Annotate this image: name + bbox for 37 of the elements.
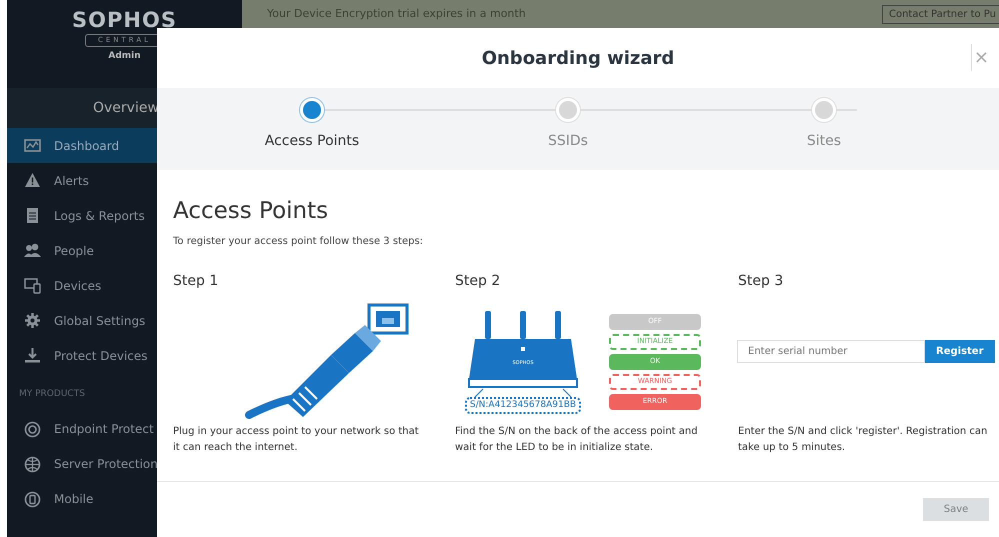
step-dot[interactable] xyxy=(556,98,580,122)
section-heading: Access Points xyxy=(173,198,330,226)
role-label: Admin xyxy=(108,50,141,62)
step-title: Step 1 xyxy=(173,272,220,291)
step-title: Step 2 xyxy=(455,272,502,291)
download-icon xyxy=(24,347,41,364)
trial-notice: Your Device Encryption trial expires in a month xyxy=(267,6,526,22)
step-title: Step 3 xyxy=(738,272,784,291)
devices-icon xyxy=(24,277,41,294)
ring-icon xyxy=(24,420,41,438)
settings-icon xyxy=(24,312,41,329)
instructions-text: To register your access point follow these 3 steps: xyxy=(173,234,424,249)
sidebar-item[interactable]: Protect Devices xyxy=(7,338,242,373)
step-dot[interactable] xyxy=(812,98,836,122)
step-description: Enter the S/N and click 'register'. Registration can take up to 5 minutes. xyxy=(738,424,988,455)
serial-number-field[interactable]: Enter serial number xyxy=(737,340,925,364)
step-description: Find the S/N on the back of the access point and wait for the LED to be in initialize state. xyxy=(455,424,699,455)
products-heading: MY PRODUCTS xyxy=(18,388,86,401)
step-description: Plug in your access point to your network so that it can reach the internet. xyxy=(173,424,420,455)
step-label[interactable]: Sites xyxy=(806,131,842,152)
globe-icon xyxy=(24,456,41,472)
step-label[interactable]: Access Points xyxy=(264,131,360,152)
people-icon xyxy=(24,242,41,259)
step-dot[interactable] xyxy=(300,98,324,122)
chart-icon xyxy=(24,137,41,154)
logo-wordmark: SOPHOS xyxy=(72,10,177,31)
sidebar-item[interactable]: Mobile xyxy=(7,482,242,516)
document-icon xyxy=(24,207,41,224)
register-button[interactable]: Register xyxy=(925,340,995,364)
serial-number-label: S/N:A412345678A91BB xyxy=(464,396,582,414)
step-label[interactable]: SSIDs xyxy=(548,131,588,152)
sidebar-item[interactable]: Global Settings xyxy=(7,303,242,338)
phone-icon xyxy=(24,490,41,508)
dialog-title: Onboarding wizard xyxy=(482,46,674,70)
sidebar-item[interactable]: Alerts xyxy=(7,163,242,198)
warning-icon xyxy=(24,172,41,189)
contact-partner-button[interactable]: Contact Partner to Pu xyxy=(882,4,999,24)
